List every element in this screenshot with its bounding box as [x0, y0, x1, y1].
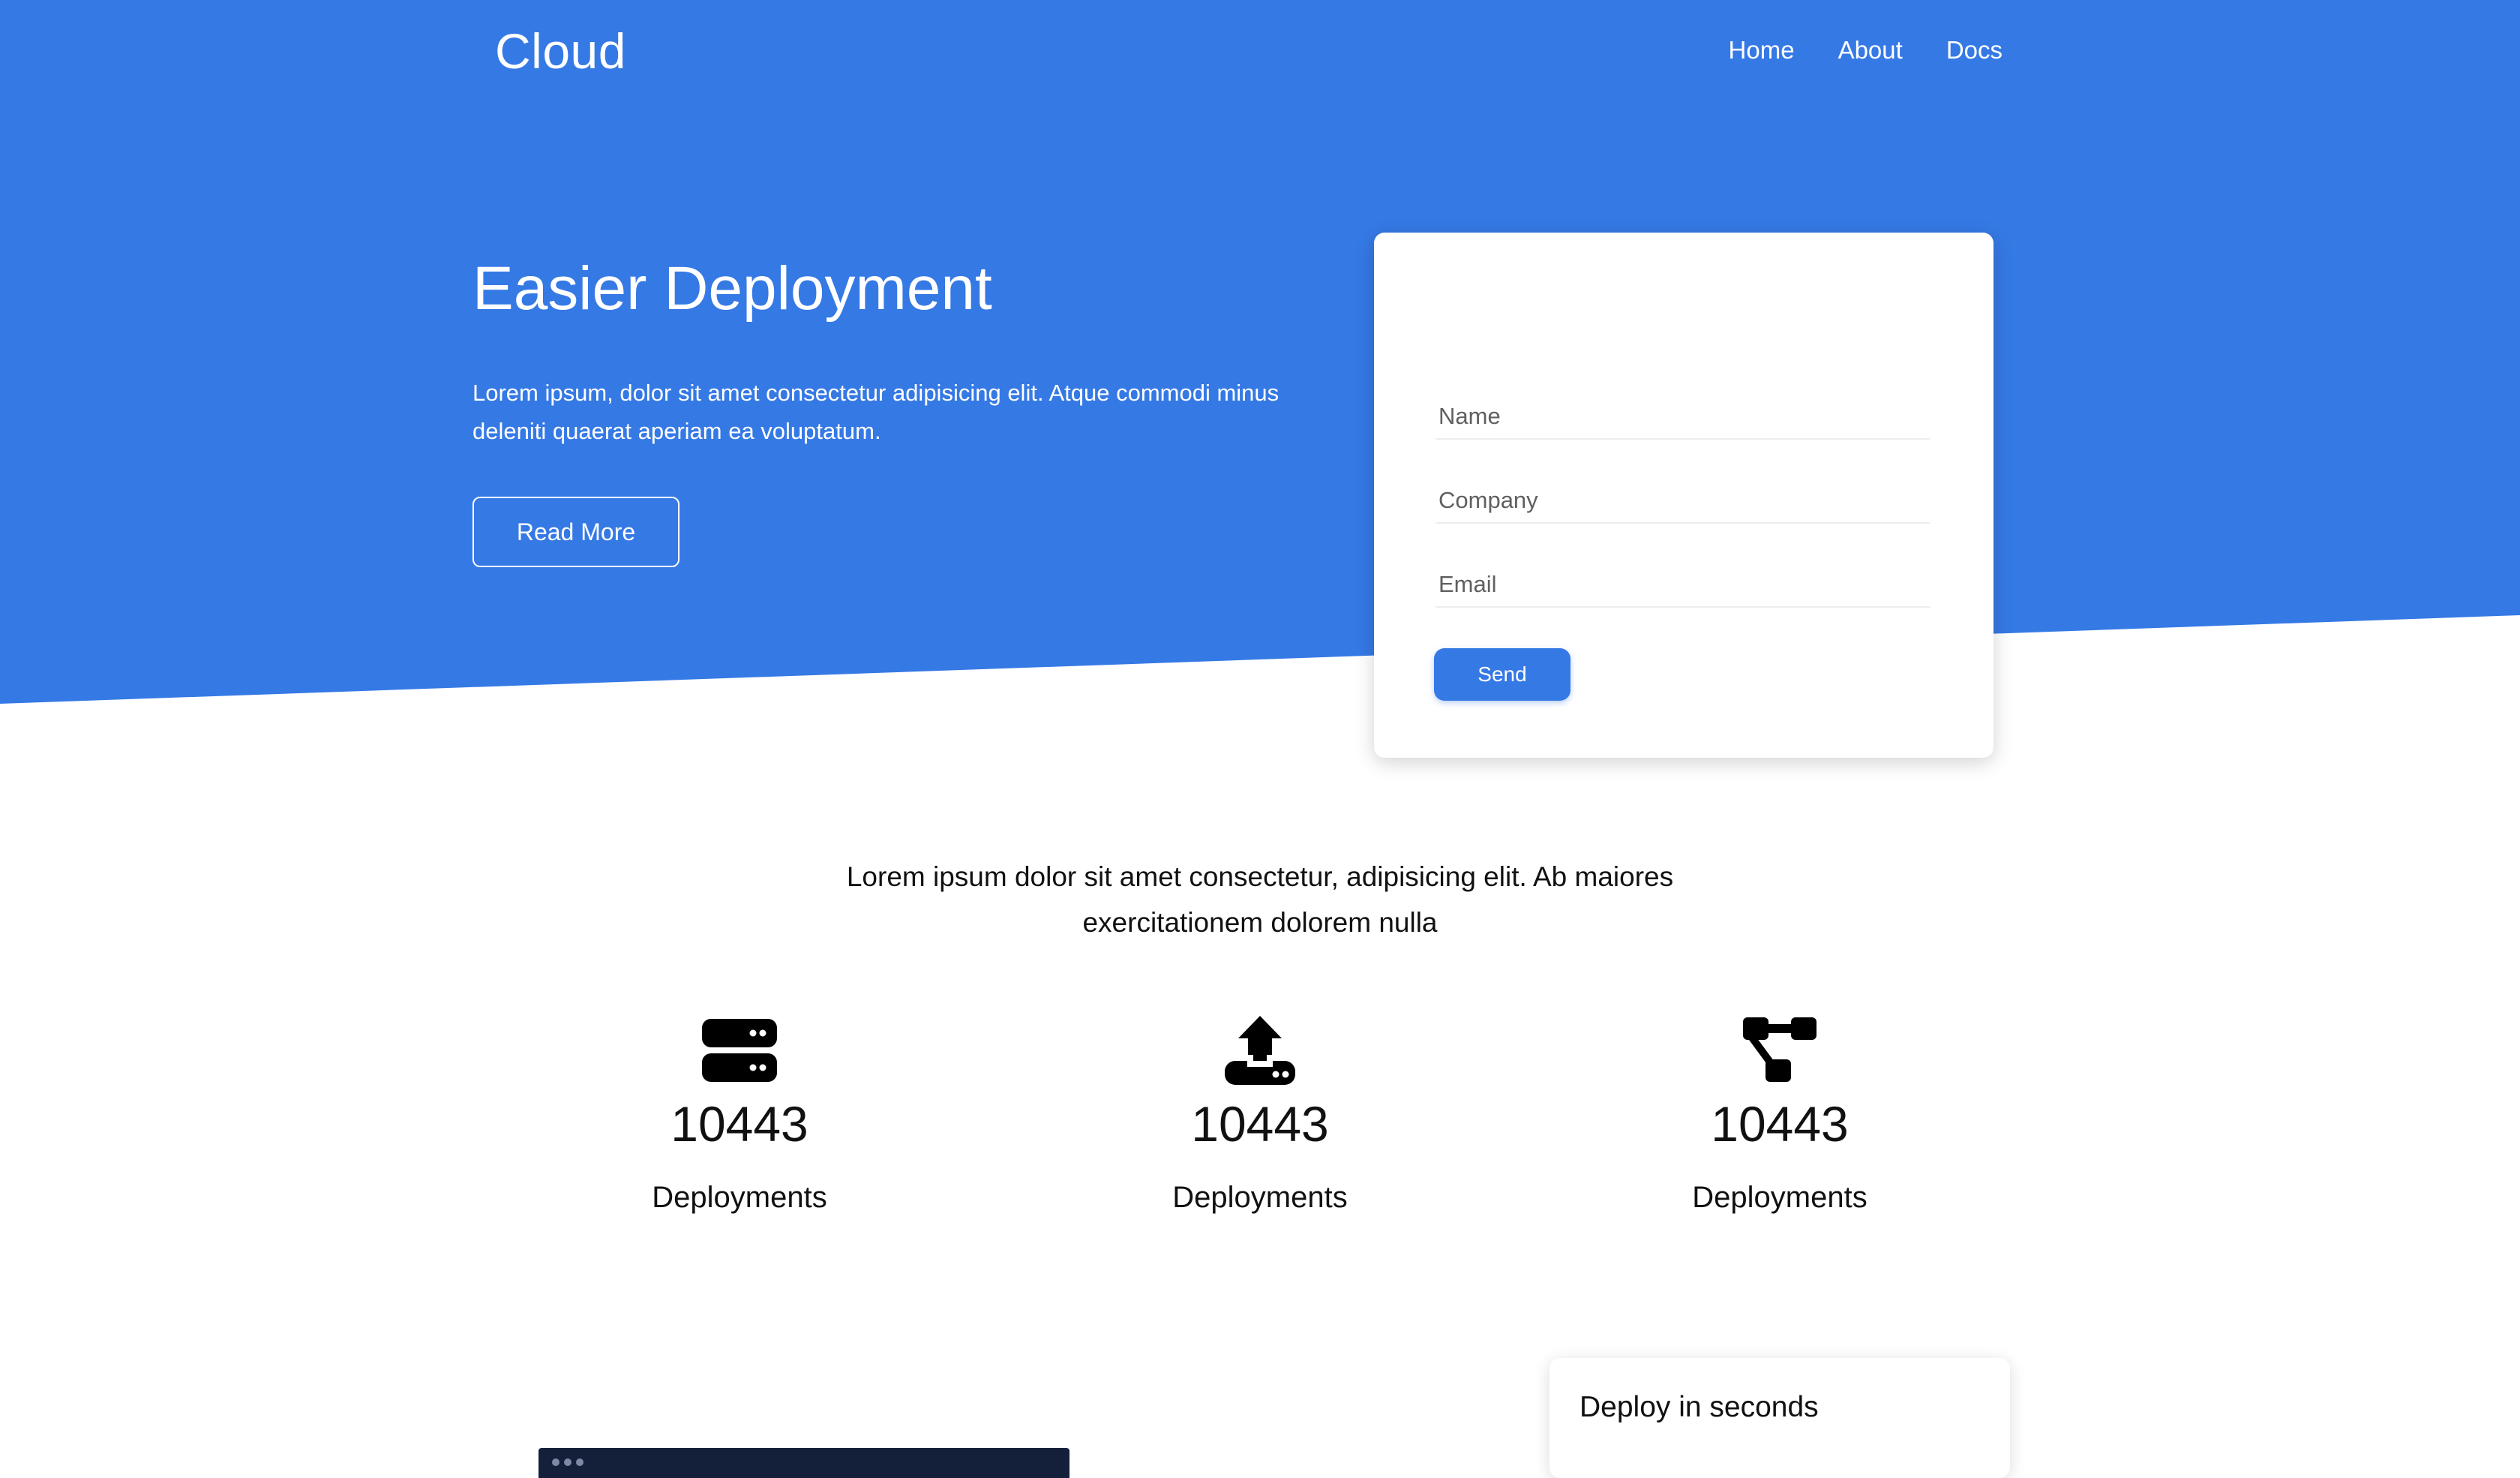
nav-home-link[interactable]: Home: [1729, 36, 1795, 65]
upload-icon: [1225, 1016, 1295, 1085]
nav-docs-link[interactable]: Docs: [1946, 36, 2002, 65]
hero-description: Lorem ipsum, dolor sit amet consectetur …: [472, 380, 1280, 444]
intro-text: Lorem ipsum dolor sit amet consectetur, …: [846, 861, 1674, 938]
stat-label: Deployments: [1172, 1181, 1348, 1214]
company-input[interactable]: [1436, 480, 1930, 521]
stat-label: Deployments: [1692, 1181, 1868, 1214]
contact-form-card: Send: [1374, 233, 1994, 758]
window-dot-icon: [564, 1458, 572, 1466]
window-dot-icon: [576, 1458, 584, 1466]
site-header: Cloud Home About Docs: [0, 0, 2520, 105]
stat-uploads: 10443 Deployments: [1110, 1013, 1410, 1215]
deploy-feature-card: Deploy in seconds: [1550, 1358, 2010, 1478]
hero-background: [0, 0, 2520, 704]
send-button[interactable]: Send: [1434, 648, 1570, 701]
main-nav: Home About Docs: [1729, 36, 2002, 65]
name-input[interactable]: [1436, 396, 1930, 437]
company-field-wrapper: [1436, 480, 1930, 524]
email-input[interactable]: [1436, 564, 1930, 605]
read-more-button[interactable]: Read More: [472, 497, 680, 567]
stat-pipelines: 10443 Deployments: [1630, 1013, 1930, 1215]
email-field-wrapper: [1436, 564, 1930, 608]
server-icon: [702, 1019, 777, 1082]
brand-logo[interactable]: Cloud: [495, 23, 626, 80]
stat-label: Deployments: [652, 1181, 827, 1214]
stat-value: 10443: [1711, 1096, 1849, 1152]
nav-about-link[interactable]: About: [1838, 36, 1903, 65]
project-diagram-icon: [1743, 1017, 1816, 1082]
name-field-wrapper: [1436, 396, 1930, 440]
hero-title: Easier Deployment: [472, 254, 992, 323]
stat-value: 10443: [1191, 1096, 1329, 1152]
deploy-feature-title: Deploy in seconds: [1580, 1391, 1819, 1423]
stat-value: 10443: [670, 1096, 808, 1152]
window-dot-icon: [552, 1458, 560, 1466]
terminal-window: [538, 1448, 1070, 1478]
stat-servers: 10443 Deployments: [590, 1013, 890, 1215]
